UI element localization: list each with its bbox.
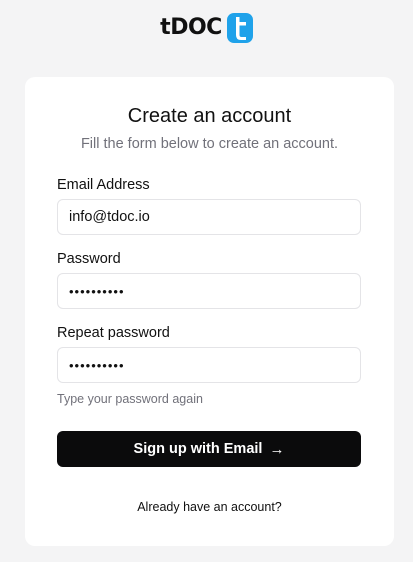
brand-name: tDOC xyxy=(160,15,222,40)
password-field[interactable] xyxy=(57,273,361,309)
repeat-password-label: Repeat password xyxy=(57,325,170,341)
card-title: Create an account xyxy=(127,105,292,127)
sign-in-link[interactable]: Already have an account? xyxy=(25,499,394,515)
password-label: Password xyxy=(57,251,121,267)
repeat-password-hint: Type your password again xyxy=(57,392,203,406)
card-subtitle: Fill the form below to create an account… xyxy=(80,136,339,152)
email-field[interactable] xyxy=(57,199,361,235)
brand-logo: tDOC xyxy=(0,13,413,43)
arrow-right-icon: → xyxy=(269,440,285,458)
email-label: Email Address xyxy=(57,177,150,193)
sign-up-button-label: Sign up with Email xyxy=(133,441,263,457)
sign-up-button[interactable]: Sign up with Email → xyxy=(57,431,361,467)
signup-card: Create an account Fill the form below to… xyxy=(25,77,394,546)
repeat-password-field[interactable] xyxy=(57,347,361,383)
tdoc-logo-icon xyxy=(226,13,253,43)
